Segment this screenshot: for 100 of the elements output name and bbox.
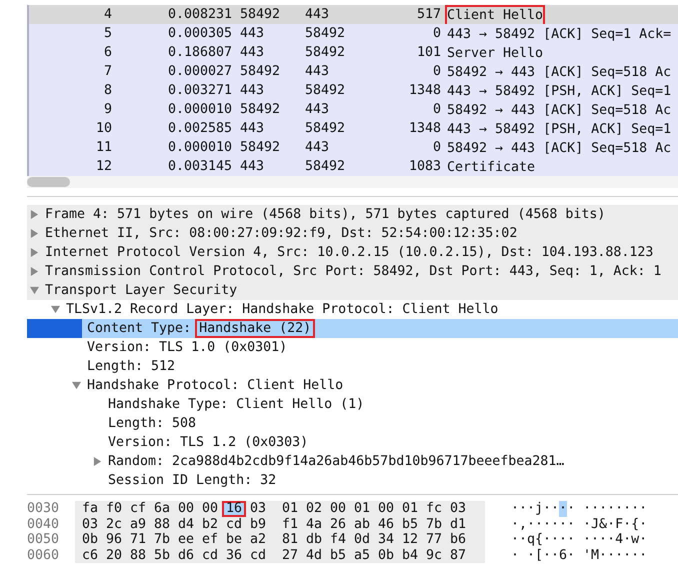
hex-byte[interactable]: d4: [174, 516, 198, 532]
hex-byte[interactable]: 88: [150, 516, 174, 532]
detail-row[interactable]: Frame 4: 571 bytes on wire (4568 bits), 571 bytes captured (4568 bits): [27, 205, 678, 224]
packet-row[interactable]: 11 0.000010 58492 443 0 58492 → 443 [ACK] Seq=518 Ac: [29, 138, 678, 157]
horizontal-scrollbar[interactable]: [27, 176, 678, 188]
hex-byte[interactable]: 6a: [150, 501, 174, 516]
collapse-arrow-icon[interactable]: [30, 286, 39, 295]
detail-row[interactable]: Handshake Protocol: Client Hello: [27, 376, 678, 395]
packet-row[interactable]: 4 0.008231 58492 443 517 Client Hello: [29, 5, 678, 24]
packet-row[interactable]: 7 0.000027 58492 443 0 58492 → 443 [ACK] Seq=518 Ac: [29, 62, 678, 81]
hex-byte[interactable]: 16: [222, 501, 246, 516]
detail-row[interactable]: Internet Protocol Version 4, Src: 10.0.2.15 (10.0.2.15), Dst: 104.193.88.123: [27, 243, 678, 262]
hex-byte[interactable]: db: [302, 532, 326, 548]
hex-byte[interactable]: 5b: [150, 548, 174, 563]
hex-byte[interactable]: ee: [174, 532, 198, 548]
hex-byte[interactable]: cd: [222, 516, 246, 532]
hex-byte[interactable]: 01: [350, 501, 374, 516]
hex-byte[interactable]: 88: [126, 548, 150, 563]
hex-byte[interactable]: 71: [126, 532, 150, 548]
detail-row[interactable]: Version: TLS 1.2 (0x0303): [27, 433, 678, 452]
hex-byte[interactable]: fa: [78, 501, 102, 516]
packet-row[interactable]: 9 0.000010 58492 443 0 58492 → 443 [ACK] Seq=518 Ac: [29, 100, 678, 119]
hex-byte[interactable]: 87: [446, 548, 470, 563]
hex-byte[interactable]: 03: [78, 516, 102, 532]
scrollbar-thumb[interactable]: [27, 177, 70, 187]
expand-arrow-icon[interactable]: [30, 229, 39, 238]
expand-arrow-icon[interactable]: [30, 210, 39, 219]
hex-byte[interactable]: 46: [374, 516, 398, 532]
hex-byte[interactable]: 36: [222, 548, 246, 563]
packet-row[interactable]: 6 0.186807 443 58492 101 Server Hello: [29, 43, 678, 62]
detail-row[interactable]: TLSv1.2 Record Layer: Handshake Protocol: Client Hello: [27, 300, 678, 319]
hex-byte[interactable]: 4d: [302, 548, 326, 563]
hex-byte[interactable]: 26: [326, 516, 350, 532]
collapse-arrow-icon[interactable]: [51, 305, 60, 314]
hex-byte[interactable]: b9: [246, 516, 270, 532]
hex-byte[interactable]: 03: [246, 501, 270, 516]
packet-info: Client Hello: [445, 5, 546, 24]
hex-byte[interactable]: 00: [174, 501, 198, 516]
hex-byte[interactable]: 81: [278, 532, 302, 548]
expand-arrow-icon[interactable]: [93, 457, 102, 466]
hex-byte[interactable]: c6: [78, 548, 102, 563]
detail-row[interactable]: Session ID Length: 32: [27, 471, 678, 490]
hex-byte[interactable]: 20: [102, 548, 126, 563]
hex-byte[interactable]: cf: [126, 501, 150, 516]
hex-byte[interactable]: 34: [374, 532, 398, 548]
hex-byte[interactable]: ef: [198, 532, 222, 548]
hex-byte[interactable]: 01: [278, 501, 302, 516]
detail-row[interactable]: Random: 2ca988d4b2cdb9f14a26ab46b57bd10b96717beeefbea281…: [27, 452, 678, 471]
hex-byte[interactable]: fc: [422, 501, 446, 516]
expand-arrow-icon[interactable]: [30, 267, 39, 276]
hex-byte[interactable]: 01: [398, 501, 422, 516]
packet-row[interactable]: 8 0.003271 443 58492 1348 443 → 58492 [PSH, ACK] Seq=1: [29, 81, 678, 100]
hex-byte[interactable]: a2: [246, 532, 270, 548]
packet-row[interactable]: 12 0.003145 443 58492 1083 Certificate: [29, 157, 678, 176]
hex-byte[interactable]: f0: [102, 501, 126, 516]
hex-byte[interactable]: 7b: [422, 516, 446, 532]
detail-row[interactable]: Handshake Type: Client Hello (1): [27, 395, 678, 414]
hex-byte[interactable]: d6: [174, 548, 198, 563]
expand-arrow-icon[interactable]: [30, 248, 39, 257]
hex-byte[interactable]: 0d: [350, 532, 374, 548]
hex-byte[interactable]: b6: [446, 532, 470, 548]
packet-row[interactable]: 5 0.000305 443 58492 0 443 → 58492 [ACK] Seq=1 Ack=: [29, 24, 678, 43]
detail-row[interactable]: Length: 512: [27, 357, 678, 376]
hex-byte[interactable]: 96: [102, 532, 126, 548]
hex-byte[interactable]: b2: [198, 516, 222, 532]
hex-byte[interactable]: be: [222, 532, 246, 548]
detail-row[interactable]: Transport Layer Security: [27, 281, 678, 300]
hex-byte[interactable]: b4: [398, 548, 422, 563]
hex-byte[interactable]: 02: [302, 501, 326, 516]
hex-byte[interactable]: cd: [246, 548, 270, 563]
hex-byte[interactable]: 27: [278, 548, 302, 563]
detail-row[interactable]: Ethernet II, Src: 08:00:27:09:92:f9, Dst: 52:54:00:12:35:02: [27, 224, 678, 243]
hex-byte[interactable]: 03: [446, 501, 470, 516]
hex-byte[interactable]: 4a: [302, 516, 326, 532]
hex-byte[interactable]: a9: [126, 516, 150, 532]
hex-byte[interactable]: 12: [398, 532, 422, 548]
hex-byte[interactable]: f1: [278, 516, 302, 532]
hex-byte[interactable]: ab: [350, 516, 374, 532]
detail-row[interactable]: Transmission Control Protocol, Src Port: 58492, Dst Port: 443, Seq: 1, Ack: 1: [27, 262, 678, 281]
hex-byte[interactable]: 00: [326, 501, 350, 516]
hex-byte[interactable]: b5: [326, 548, 350, 563]
detail-row[interactable]: Version: TLS 1.0 (0x0301): [27, 338, 678, 357]
hex-byte[interactable]: cd: [198, 548, 222, 563]
packet-row[interactable]: 10 0.002585 443 58492 1348 443 → 58492 [PSH, ACK] Seq=1: [29, 119, 678, 138]
hex-byte[interactable]: 00: [198, 501, 222, 516]
hex-byte[interactable]: 0b: [374, 548, 398, 563]
detail-text: Session ID Length: 32: [108, 473, 276, 488]
collapse-arrow-icon[interactable]: [72, 381, 81, 390]
hex-byte[interactable]: f4: [326, 532, 350, 548]
hex-byte[interactable]: 9c: [422, 548, 446, 563]
hex-byte[interactable]: 7b: [150, 532, 174, 548]
detail-row[interactable]: Content Type: Handshake (22): [27, 319, 678, 338]
hex-byte[interactable]: 77: [422, 532, 446, 548]
hex-byte[interactable]: 2c: [102, 516, 126, 532]
hex-byte[interactable]: d1: [446, 516, 470, 532]
hex-byte[interactable]: 0b: [78, 532, 102, 548]
hex-byte[interactable]: b5: [398, 516, 422, 532]
detail-row[interactable]: Length: 508: [27, 414, 678, 433]
hex-byte[interactable]: a5: [350, 548, 374, 563]
hex-byte[interactable]: 00: [374, 501, 398, 516]
